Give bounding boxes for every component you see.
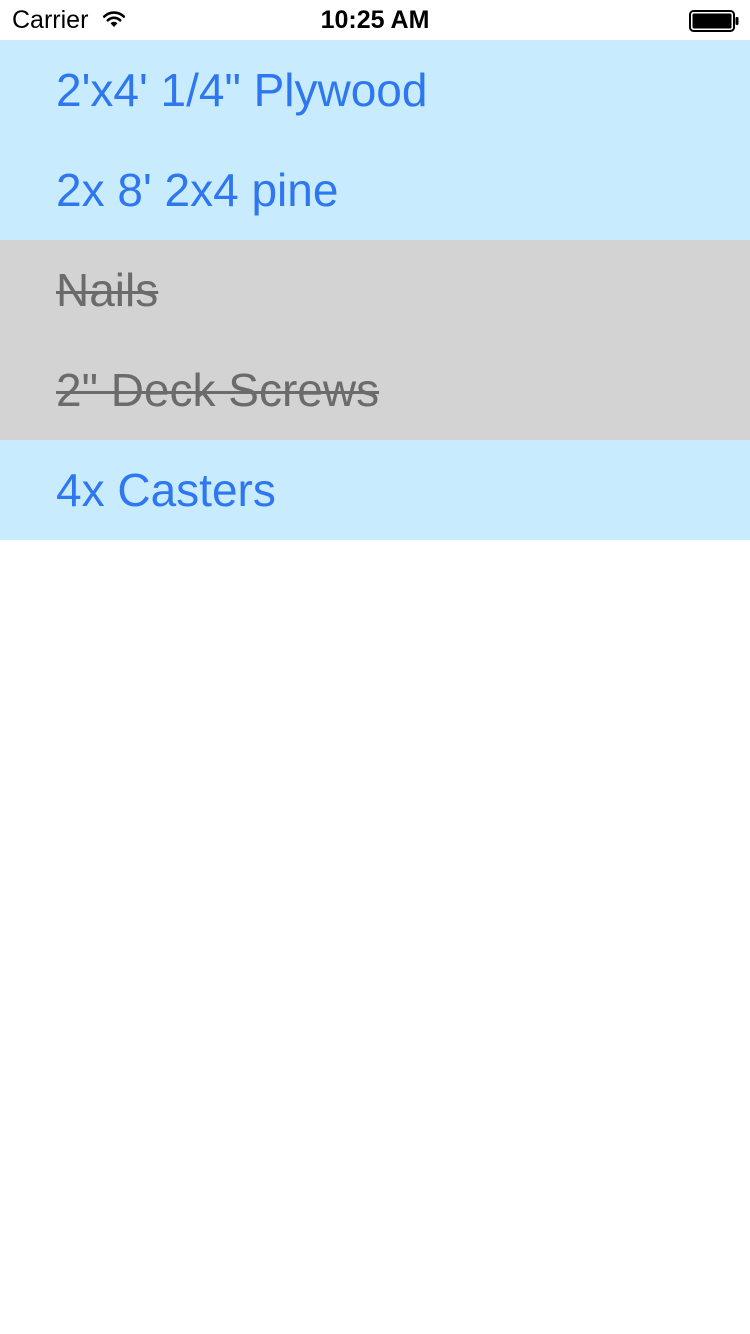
list-item-label: 2" Deck Screws — [56, 364, 380, 416]
list-item-completed[interactable]: Nails — [0, 240, 750, 340]
list-item-label: 2x 8' 2x4 pine — [56, 164, 339, 216]
clock: 10:25 AM — [320, 6, 430, 34]
list-item[interactable]: 2x 8' 2x4 pine — [0, 140, 750, 240]
shopping-list: 2'x4' 1/4" Plywood 2x 8' 2x4 pine Nails … — [0, 40, 750, 540]
battery-icon — [689, 10, 739, 32]
list-item-label: Nails — [56, 264, 159, 316]
list-item-completed[interactable]: 2" Deck Screws — [0, 340, 750, 440]
list-item[interactable]: 4x Casters — [0, 440, 750, 540]
list-item[interactable]: 2'x4' 1/4" Plywood — [0, 40, 750, 140]
status-bar: Carrier 10:25 AM — [0, 0, 750, 40]
list-item-label: 2'x4' 1/4" Plywood — [56, 64, 428, 116]
list-item-label: 4x Casters — [56, 464, 276, 516]
